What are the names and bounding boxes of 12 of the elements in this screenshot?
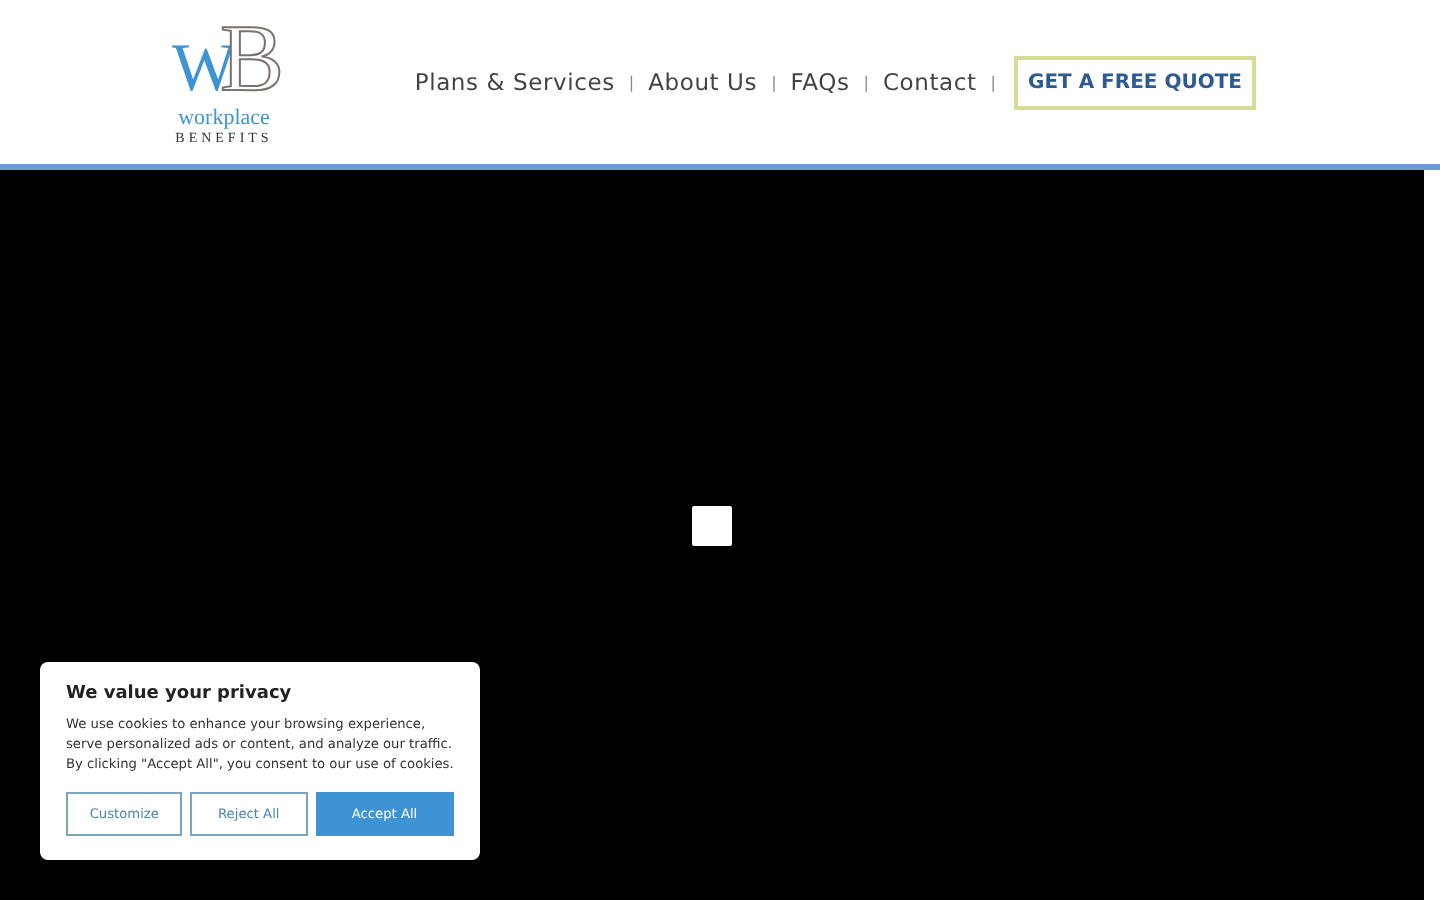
nav-link[interactable]: About Us xyxy=(648,68,758,96)
loading-icon xyxy=(692,505,732,545)
nav-separator: | xyxy=(771,73,777,91)
banner-title: We value your privacy xyxy=(66,684,294,704)
nav-link[interactable]: Contact xyxy=(882,68,977,96)
video-player[interactable] xyxy=(0,170,1424,900)
nav-link[interactable]: Plans & Services xyxy=(414,68,615,96)
nav-separator: | xyxy=(863,73,869,91)
quote-button[interactable]: GET A FREE QUOTE xyxy=(1013,55,1256,109)
nav-separator: | xyxy=(990,73,996,91)
nav-separator: | xyxy=(628,73,635,91)
nav-link[interactable]: FAQs xyxy=(790,68,850,96)
